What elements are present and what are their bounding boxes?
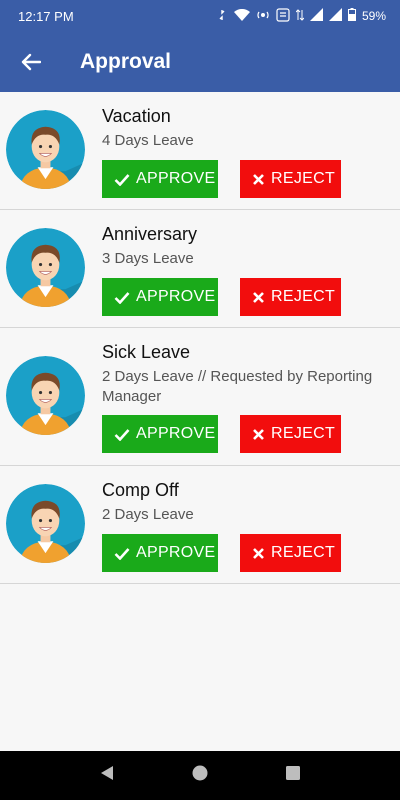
avatar: [6, 356, 85, 435]
approve-label: APPROVE: [136, 288, 216, 305]
square-recents-icon: [286, 766, 301, 780]
approve-label: APPROVE: [136, 544, 216, 561]
data-arrows-icon: [295, 8, 305, 24]
navigation-bar: [0, 751, 400, 800]
request-title: Anniversary: [102, 224, 198, 244]
status-bar: 12:17 PM 59%: [0, 0, 400, 32]
approve-button[interactable]: APPROVE: [102, 278, 218, 316]
avatar: [6, 484, 85, 563]
reject-button[interactable]: REJECT: [240, 278, 341, 316]
approve-label: APPROVE: [136, 425, 216, 442]
reject-label: REJECT: [271, 288, 336, 305]
request-detail: 2 Days Leave: [102, 506, 194, 523]
arrow-left-icon: [21, 53, 41, 71]
back-button[interactable]: [0, 32, 62, 92]
page-title: Approval: [80, 50, 172, 73]
circle-home-icon: [192, 765, 208, 781]
close-icon: [253, 173, 264, 185]
close-icon: [253, 291, 264, 303]
approve-label: APPROVE: [136, 170, 216, 187]
volte-icon: [276, 7, 290, 25]
hotspot-icon: [256, 8, 270, 25]
reject-button[interactable]: REJECT: [240, 534, 341, 572]
list-item: Sick Leave 2 Days Leave // Requested by …: [0, 328, 400, 466]
request-detail: 3 Days Leave: [102, 250, 194, 267]
request-title: Sick Leave: [102, 342, 191, 362]
status-time: 12:17 PM: [18, 8, 74, 24]
triangle-back-icon: [100, 766, 113, 780]
nav-back-button[interactable]: [98, 764, 116, 787]
request-title: Vacation: [102, 106, 171, 126]
app-bar: Approval: [0, 32, 400, 92]
approve-button[interactable]: APPROVE: [102, 415, 218, 453]
signal-icon: [328, 8, 342, 24]
sync-icon: [216, 9, 228, 24]
nav-home-button[interactable]: [191, 764, 209, 787]
close-icon: [253, 428, 264, 440]
list-item: Vacation 4 Days Leave APPROVE REJECT: [0, 92, 400, 210]
check-icon: [114, 173, 130, 186]
approve-button[interactable]: APPROVE: [102, 160, 218, 198]
check-icon: [114, 291, 130, 304]
reject-button[interactable]: REJECT: [240, 415, 341, 453]
nav-recents-button[interactable]: [284, 764, 302, 787]
reject-button[interactable]: REJECT: [240, 160, 341, 198]
avatar: [6, 110, 85, 189]
approval-list: Vacation 4 Days Leave APPROVE REJECT Ann…: [0, 92, 400, 584]
reject-label: REJECT: [271, 170, 336, 187]
status-icons: 59%: [216, 7, 386, 25]
wifi-icon: [233, 8, 250, 24]
reject-label: REJECT: [271, 425, 336, 442]
request-detail: 4 Days Leave: [102, 132, 194, 149]
list-item: Comp Off 2 Days Leave APPROVE REJECT: [0, 466, 400, 584]
list-item: Anniversary 3 Days Leave APPROVE REJECT: [0, 210, 400, 328]
reject-label: REJECT: [271, 544, 336, 561]
approve-button[interactable]: APPROVE: [102, 534, 218, 572]
close-icon: [253, 547, 264, 559]
avatar: [6, 228, 85, 307]
battery-icon: [347, 8, 356, 24]
request-detail: 2 Days Leave // Requested by Reporting M…: [102, 368, 373, 405]
signal-icon: [309, 8, 323, 24]
battery-percent: 59%: [361, 9, 386, 23]
request-title: Comp Off: [102, 480, 179, 500]
check-icon: [114, 428, 130, 441]
check-icon: [114, 547, 130, 560]
